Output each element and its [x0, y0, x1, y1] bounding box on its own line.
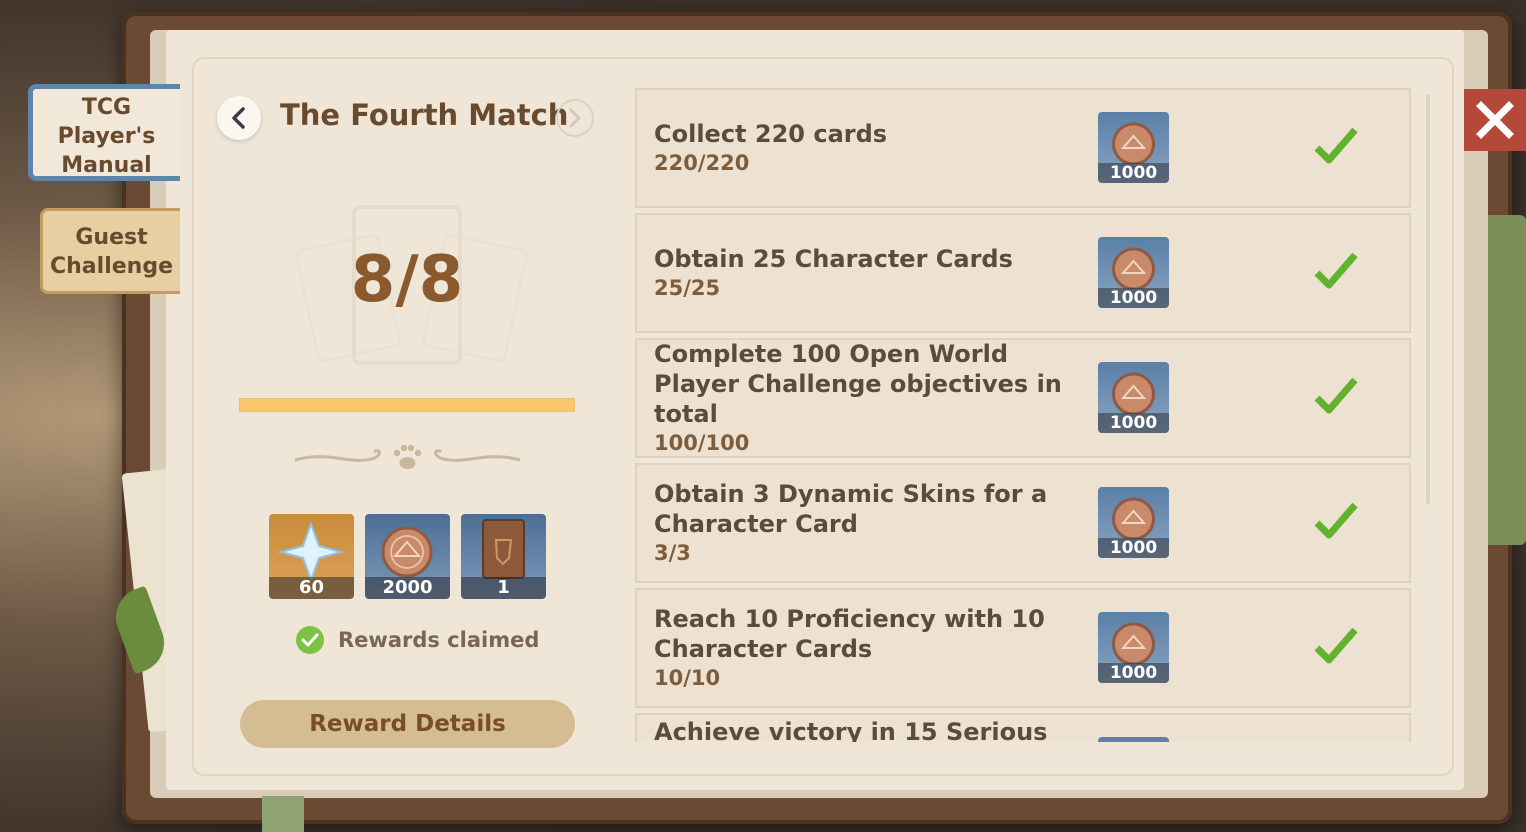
tab-label-line: Guest	[75, 225, 148, 250]
reward-count: 1000	[1098, 413, 1169, 433]
reward-item[interactable]: 2000	[365, 514, 450, 599]
reward-details-button[interactable]: Reward Details	[240, 700, 575, 748]
chevron-right-icon	[569, 108, 581, 128]
rewards-claimed-status: Rewards claimed	[296, 626, 539, 654]
task-progress: 3/3	[654, 541, 691, 565]
coin-icon	[1112, 122, 1155, 164]
paw-divider-icon	[294, 444, 521, 469]
task-title: Obtain 3 Dynamic Skins for a Character C…	[654, 480, 1048, 538]
page-title: The Fourth Match	[280, 98, 569, 132]
task-progress: 100/100	[654, 431, 750, 455]
task-item: Reach 10 Proficiency with 10 Character C…	[635, 588, 1411, 708]
progress-bar-fill	[240, 399, 574, 411]
primogem-icon	[277, 521, 345, 581]
task-reward[interactable]: 1000	[1098, 362, 1169, 433]
task-item: Achieve victory in 15 Serious	[635, 713, 1411, 742]
task-reward[interactable]: 1000	[1098, 487, 1169, 558]
task-item: Obtain 3 Dynamic Skins for a Character C…	[635, 463, 1411, 583]
coin-icon	[1112, 497, 1155, 539]
reward-count: 2000	[365, 577, 450, 599]
reward-item[interactable]: 60	[269, 514, 354, 599]
checkmark-icon	[1314, 377, 1358, 414]
tab-label-line: Challenge	[50, 254, 173, 279]
checkmark-icon	[1314, 627, 1358, 664]
close-button[interactable]	[1464, 89, 1526, 151]
reward-count: 1000	[1098, 163, 1169, 183]
checkmark-icon	[1314, 502, 1358, 539]
bookmark-ribbon	[262, 796, 304, 832]
coin-icon	[1112, 622, 1155, 664]
reward-count: 1000	[1098, 538, 1169, 558]
close-icon	[1476, 101, 1514, 139]
tab-tcg-players-manual[interactable]: TCG Player's Manual	[28, 84, 180, 181]
checkmark-icon	[1314, 127, 1358, 164]
task-progress: 10/10	[654, 666, 721, 690]
task-item: Collect 220 cards 220/220 1000	[635, 88, 1411, 208]
progress-count: 8/8	[350, 243, 464, 317]
reward-count: 60	[269, 577, 354, 599]
progress-bar	[239, 398, 575, 412]
tab-label-line: Player's	[57, 124, 156, 149]
task-item: Complete 100 Open World Player Challenge…	[635, 338, 1411, 458]
reward-count: 1000	[1098, 288, 1169, 308]
card-back-icon	[482, 519, 525, 579]
task-title: Collect 220 cards	[654, 120, 888, 148]
task-title: Achieve victory in 15 Serious	[654, 718, 1048, 742]
task-progress: 25/25	[654, 276, 721, 300]
chevron-left-icon	[232, 107, 245, 129]
coin-icon	[1112, 372, 1155, 414]
task-title: Obtain 25 Character Cards	[654, 245, 1013, 273]
task-item: Obtain 25 Character Cards 25/25 1000	[635, 213, 1411, 333]
checkmark-icon	[1314, 252, 1358, 289]
task-title: Complete 100 Open World Player Challenge…	[654, 340, 1062, 428]
scrollbar-thumb[interactable]	[1426, 94, 1430, 504]
task-progress: 220/220	[654, 151, 750, 175]
scrollbar[interactable]	[1424, 88, 1432, 728]
reward-count: 1000	[1098, 663, 1169, 683]
previous-button[interactable]	[217, 96, 261, 140]
reward-item[interactable]: 1	[461, 514, 546, 599]
coin-icon	[1112, 247, 1155, 289]
status-text: Rewards claimed	[338, 628, 540, 652]
task-reward[interactable]: 1000	[1098, 237, 1169, 308]
task-title: Reach 10 Proficiency with 10 Character C…	[654, 605, 1045, 663]
next-button[interactable]	[556, 99, 594, 137]
task-reward[interactable]: 1000	[1098, 112, 1169, 183]
reward-count: 1	[461, 577, 546, 599]
tab-guest-challenge[interactable]: Guest Challenge	[40, 208, 180, 294]
coin-icon	[381, 526, 433, 578]
check-circle-icon	[296, 626, 324, 654]
task-reward[interactable]	[1098, 737, 1169, 742]
tab-label-line: TCG	[81, 95, 132, 120]
tab-label-line: Manual	[61, 153, 152, 178]
task-list[interactable]: Collect 220 cards 220/220 1000 Obtain 25…	[635, 88, 1413, 742]
task-reward[interactable]: 1000	[1098, 612, 1169, 683]
